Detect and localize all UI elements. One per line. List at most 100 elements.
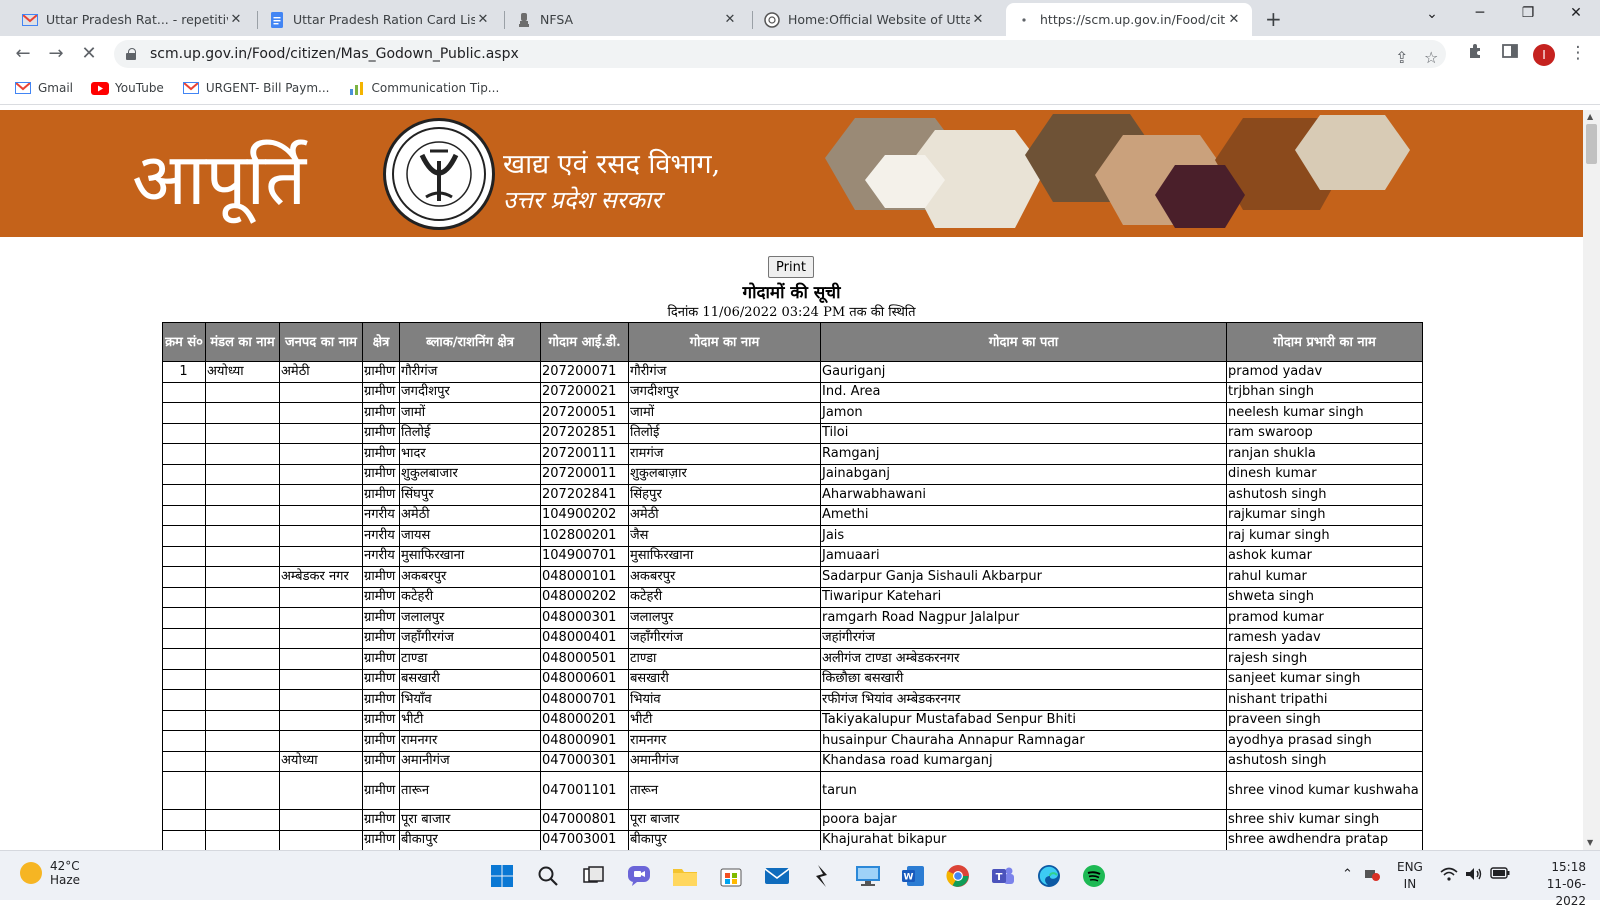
window-close-icon[interactable]: ✕ [1561, 5, 1591, 21]
tab-up-official-website[interactable]: Home:Official Website of Uttar P ✕ [754, 3, 996, 36]
new-tab-button[interactable]: + [1265, 7, 1282, 31]
cell-godown-name: अकबरपुर [628, 566, 821, 588]
wifi-icon[interactable] [1440, 867, 1458, 885]
task-view-icon[interactable] [579, 861, 609, 891]
bookmark-communication-tips[interactable]: Communication Tip... [348, 81, 499, 95]
bookmark-urgent-bill[interactable]: URGENT- Bill Paym... [182, 81, 330, 95]
side-panel-icon[interactable] [1499, 43, 1521, 63]
spotify-icon[interactable] [1079, 861, 1109, 891]
tab-search-chevron-icon[interactable]: ⌄ [1417, 6, 1447, 22]
tab-gmail[interactable]: Uttar Pradesh Rat... - repetitive - ✕ [12, 3, 254, 36]
stop-loading-icon[interactable]: ✕ [77, 43, 101, 64]
cell-serial [162, 484, 206, 506]
table-row: ग्रामीण जलालपुर 048000301 जलालपुर ramgarh Ro… [162, 607, 1423, 629]
weather-condition: Haze [50, 873, 81, 887]
volume-icon[interactable] [1465, 867, 1483, 885]
cell-serial [162, 545, 206, 567]
power-automate-icon[interactable] [807, 861, 837, 891]
minimize-icon[interactable]: ─ [1465, 5, 1495, 21]
cell-godown-id: 207200071 [540, 361, 629, 383]
lock-icon[interactable] [126, 48, 136, 60]
cell-block: सिंघपुर [399, 484, 541, 506]
show-hidden-icons-chevron-icon[interactable]: ⌃ [1342, 867, 1353, 882]
cell-district [279, 381, 363, 403]
chrome-icon[interactable] [943, 861, 973, 891]
teams-chat-icon[interactable] [624, 861, 654, 891]
bookmark-gmail[interactable]: Gmail [14, 81, 73, 95]
cell-area: ग्रामीण [362, 361, 400, 383]
back-arrow-icon[interactable]: ← [11, 43, 35, 64]
input-language-indicator[interactable]: ENG IN [1397, 859, 1423, 893]
table-row: ग्रामीण सिंघपुर 207202841 सिंहपुर Aharwabhaw… [162, 484, 1423, 506]
battery-icon[interactable] [1490, 867, 1510, 883]
system-clock[interactable]: 15:18 11-06-2022 [1518, 859, 1586, 910]
table-row: ग्रामीण भीटी 048000201 भीटी Takiyakalupur Mu… [162, 709, 1423, 731]
status-date-line: दिनांक 11/06/2022 03:24 PM तक की स्थिति [667, 305, 916, 320]
edge-icon[interactable] [1034, 861, 1064, 891]
close-icon[interactable]: ✕ [722, 12, 738, 27]
start-button-windows-icon[interactable] [487, 861, 517, 891]
close-icon[interactable]: ✕ [970, 12, 986, 27]
cell-area: ग्रामीण [362, 648, 400, 670]
close-icon[interactable]: ✕ [475, 12, 491, 27]
network-status-icon[interactable] [1364, 867, 1380, 885]
menu-kebab-icon[interactable]: ⋮ [1567, 43, 1589, 63]
cell-godown-address: Jamon [820, 402, 1227, 424]
close-icon[interactable]: ✕ [1226, 12, 1242, 27]
scroll-up-arrow-icon[interactable]: ▲ [1587, 112, 1593, 121]
close-icon[interactable]: ✕ [228, 12, 244, 27]
up-government-seal-icon [383, 118, 495, 230]
cell-area: ग्रामीण [362, 443, 400, 465]
cell-godown-address: Tiloi [820, 422, 1227, 444]
cell-division [205, 545, 280, 567]
cell-incharge: ashutosh singh [1226, 750, 1423, 772]
scrollbar-thumb[interactable] [1586, 124, 1597, 164]
cell-godown-name: टाण्डा [628, 648, 821, 670]
bookmark-star-icon[interactable]: ☆ [1424, 48, 1438, 67]
cell-godown-address: Jais [820, 525, 1227, 547]
print-button[interactable]: Print [768, 256, 814, 278]
cell-godown-id: 207200111 [540, 443, 629, 465]
svg-text:T: T [996, 872, 1003, 883]
cell-godown-name: जामों [628, 402, 821, 424]
file-explorer-icon[interactable] [670, 861, 700, 891]
tab-scm-godown[interactable]: https://scm.up.gov.in/Food/citize ✕ [1006, 3, 1252, 36]
remote-desktop-icon[interactable] [853, 861, 883, 891]
cell-division [205, 668, 280, 690]
url-text[interactable]: scm.up.gov.in/Food/citizen/Mas_Godown_Pu… [150, 46, 519, 62]
column-header-area: क्षेत्र [362, 322, 400, 362]
cell-godown-id: 048000601 [540, 668, 629, 690]
tab-ration-card-list[interactable]: Uttar Pradesh Ration Card List - C ✕ [259, 3, 501, 36]
extensions-puzzle-icon[interactable] [1465, 43, 1487, 64]
cell-block: तिलोई [399, 422, 541, 444]
cell-godown-address: Khajurahat bikapur [820, 829, 1227, 850]
search-icon[interactable] [533, 861, 563, 891]
scroll-down-arrow-icon[interactable]: ▼ [1587, 838, 1593, 847]
teams-icon[interactable]: T [988, 861, 1018, 891]
address-bar[interactable]: scm.up.gov.in/Food/citizen/Mas_Godown_Pu… [114, 40, 1446, 68]
cell-godown-id: 102800201 [540, 525, 629, 547]
mail-icon[interactable] [762, 861, 792, 891]
tab-title: Uttar Pradesh Rat... - repetitive - [46, 12, 228, 27]
cell-serial [162, 422, 206, 444]
share-icon[interactable]: ⇪ [1395, 48, 1408, 67]
word-icon[interactable]: W [898, 861, 928, 891]
microsoft-store-icon[interactable] [716, 861, 746, 891]
weather-widget[interactable]: 42°C Haze [20, 859, 80, 887]
department-name: खाद्य एवं रसद विभाग, उत्तर प्रदेश सरकार [503, 144, 720, 216]
maximize-icon[interactable]: ❐ [1513, 5, 1543, 21]
cell-incharge: rahul kumar [1226, 566, 1423, 588]
cell-godown-address: Sadarpur Ganja Sishauli Akbarpur [820, 566, 1227, 588]
tab-nfsa[interactable]: NFSA ✕ [506, 3, 748, 36]
cell-division [205, 566, 280, 588]
cell-serial [162, 402, 206, 424]
cell-incharge: nishant tripathi [1226, 689, 1423, 711]
cell-division [205, 627, 280, 649]
bookmark-youtube[interactable]: YouTube [91, 81, 164, 95]
cell-block: भियाँव [399, 689, 541, 711]
tab-strip: Uttar Pradesh Rat... - repetitive - ✕ Ut… [0, 0, 1600, 36]
cell-division [205, 525, 280, 547]
profile-avatar[interactable]: I [1533, 44, 1555, 66]
page-scrollbar[interactable]: ▲ ▼ [1583, 110, 1600, 850]
forward-arrow-icon[interactable]: → [44, 43, 68, 64]
